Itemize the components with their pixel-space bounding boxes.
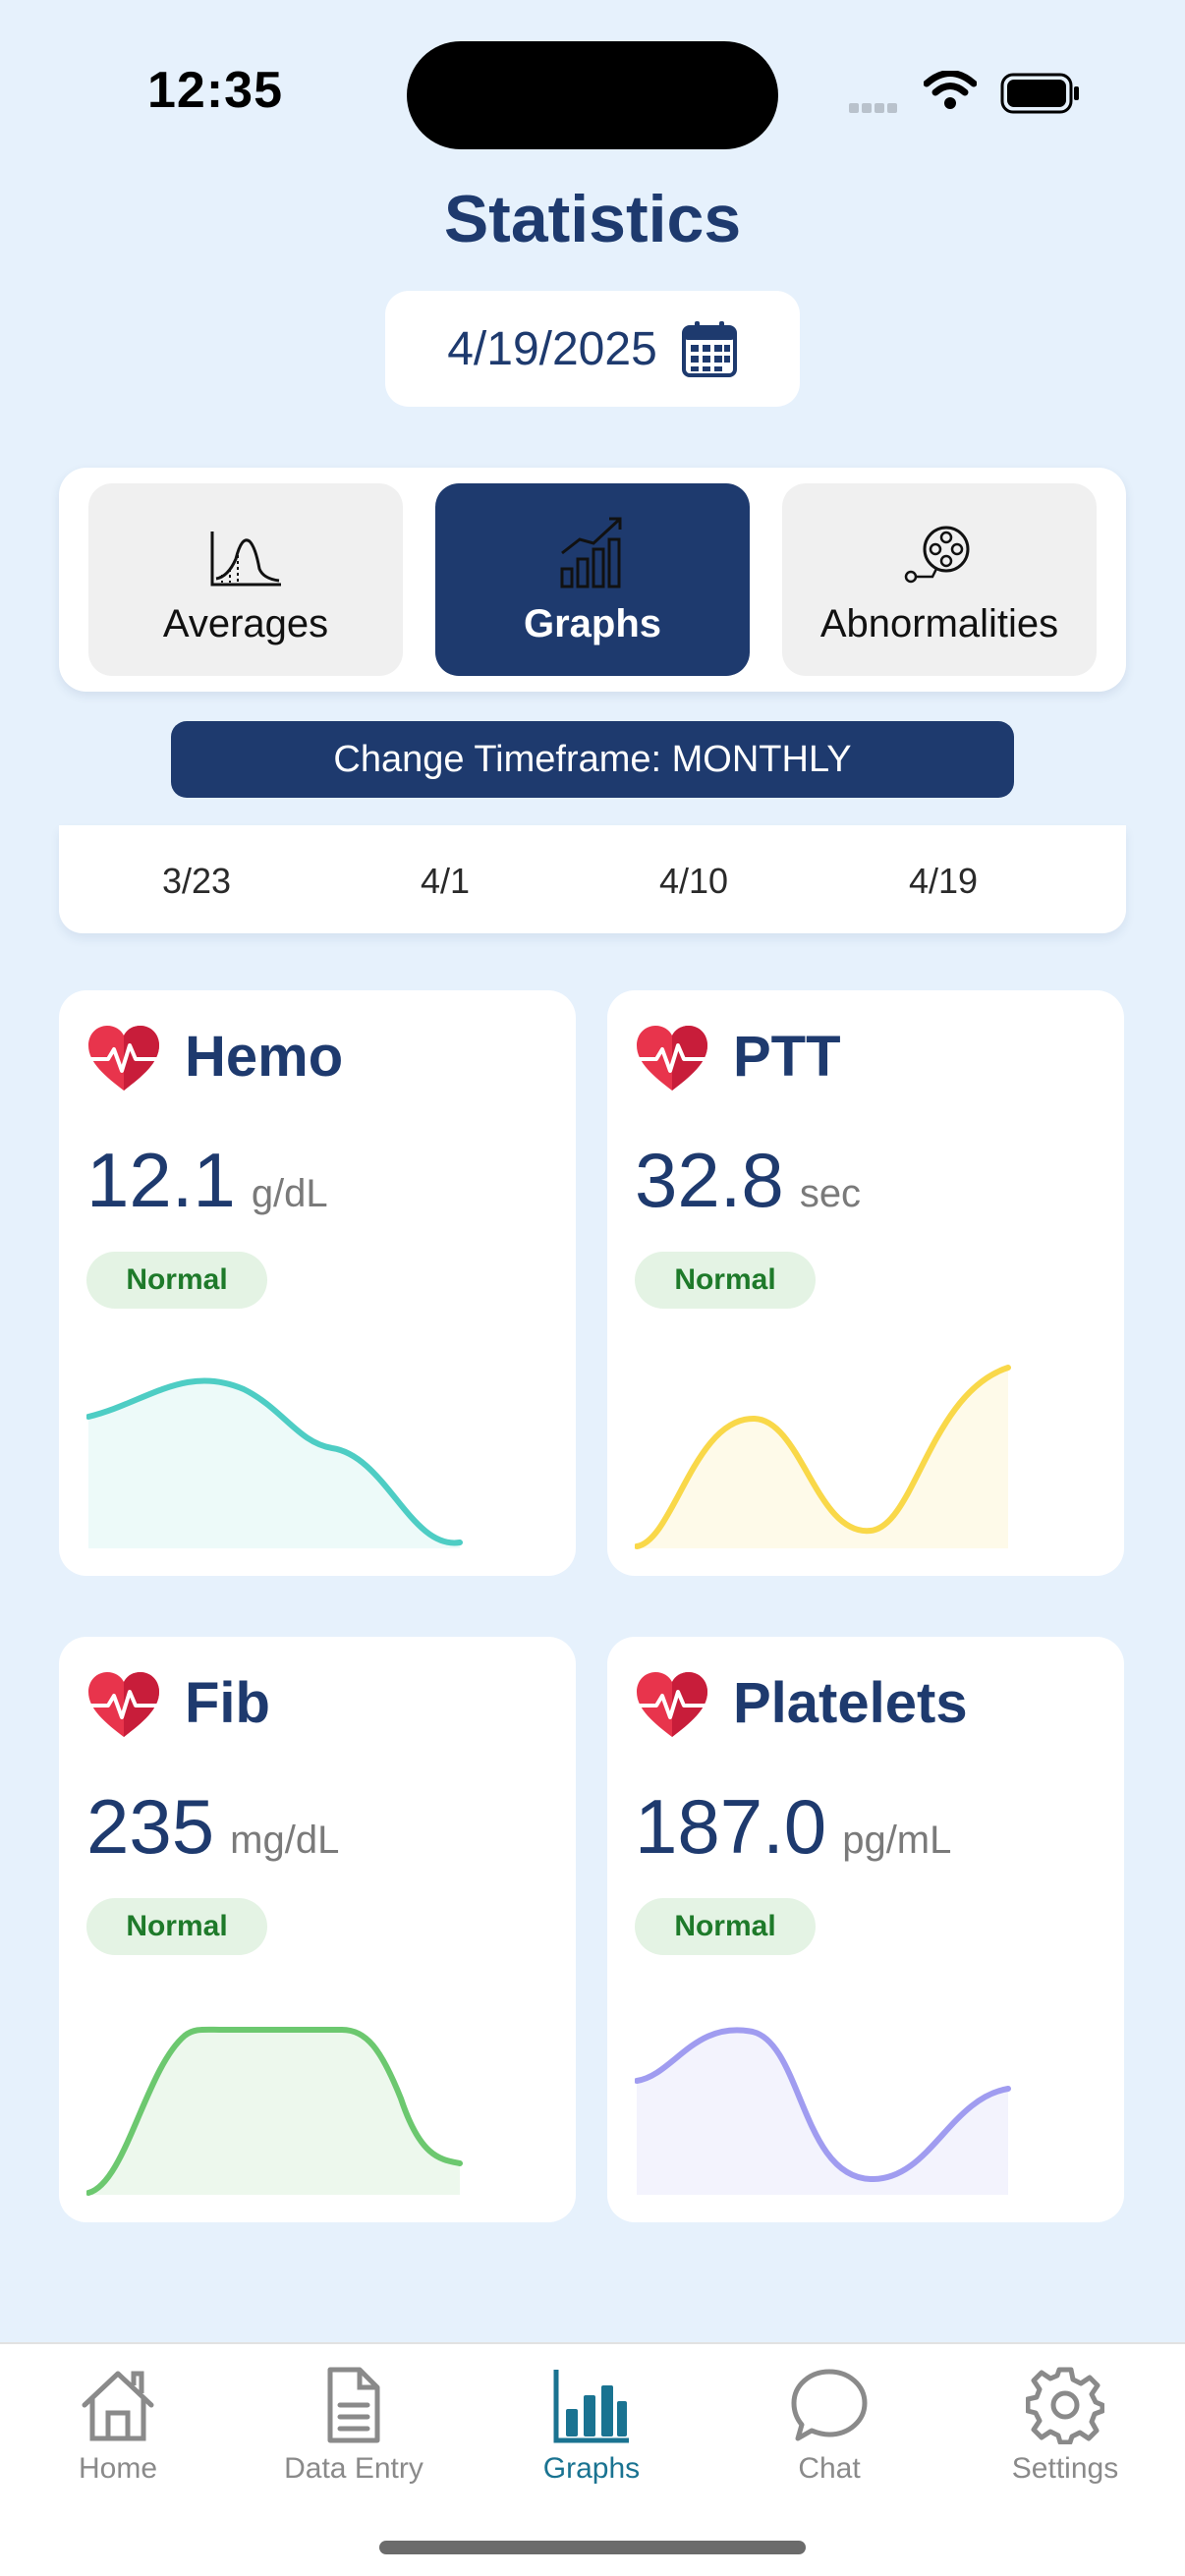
status-badge: Normal [86, 1898, 267, 1955]
view-segment-panel: Averages Graphs Abnormalities [59, 468, 1126, 692]
growth-chart-icon [560, 517, 622, 588]
page-title: Statistics [443, 182, 742, 256]
metric-card-ptt[interactable]: PTT 32.8 sec Normal [607, 990, 1124, 1576]
distribution-chart-icon [210, 532, 281, 587]
metric-value: 235 [86, 1783, 215, 1870]
metric-card-platelets[interactable]: Platelets 187.0 pg/mL Normal [607, 1637, 1124, 2222]
status-badge: Normal [86, 1252, 267, 1309]
metric-value: 187.0 [635, 1783, 827, 1870]
timeline-tick: 4/19 [908, 861, 979, 901]
cells-icon [904, 526, 970, 584]
document-icon [327, 2367, 380, 2443]
tab-label: Chat [798, 2452, 861, 2485]
gear-icon [1026, 2367, 1104, 2444]
tab-chat[interactable]: Chat [721, 2366, 937, 2486]
heart-pulse-icon [86, 1024, 161, 1092]
cellular-signal-icon [849, 100, 900, 118]
heart-pulse-icon [635, 1024, 709, 1092]
tab-label: Data Entry [284, 2452, 423, 2485]
timeline-axis: 3/23 4/1 4/10 4/19 [59, 825, 1126, 933]
segment-label: Averages [162, 602, 329, 645]
tab-settings[interactable]: Settings [957, 2366, 1173, 2486]
metric-value: 12.1 [86, 1137, 236, 1223]
metric-value: 32.8 [635, 1137, 784, 1223]
metric-value-row: 32.8 sec [635, 1136, 861, 1225]
home-icon [82, 2371, 154, 2441]
dynamic-island [407, 41, 778, 149]
metric-name: Fib [185, 1671, 270, 1735]
platelets-trend-chart [635, 2027, 1011, 2195]
metric-name: Hemo [185, 1025, 344, 1089]
segment-label: Graphs [523, 602, 662, 645]
battery-icon [1000, 73, 1079, 114]
date-picker[interactable]: 4/19/2025 [385, 291, 800, 407]
tab-label: Graphs [542, 2452, 641, 2485]
tab-label: Settings [1011, 2452, 1119, 2485]
segment-graphs[interactable]: Graphs [435, 483, 750, 676]
tab-home[interactable]: Home [10, 2366, 226, 2486]
tab-graphs[interactable]: Graphs [483, 2366, 700, 2486]
heart-pulse-icon [86, 1670, 161, 1739]
segment-label: Abnormalities [819, 602, 1059, 645]
timeline-tick: 4/1 [420, 861, 471, 901]
metric-unit: g/dL [251, 1172, 328, 1215]
metric-card-fib[interactable]: Fib 235 mg/dL Normal [59, 1637, 576, 2222]
home-indicator [379, 2541, 806, 2554]
segment-abnormalities[interactable]: Abnormalities [782, 483, 1097, 676]
metric-value-row: 187.0 pg/mL [635, 1782, 951, 1872]
metric-name: PTT [733, 1025, 841, 1089]
status-badge: Normal [635, 1252, 816, 1309]
wifi-icon [924, 71, 977, 109]
metric-value-row: 235 mg/dL [86, 1782, 339, 1872]
heart-pulse-icon [635, 1670, 709, 1739]
calendar-icon [681, 321, 737, 377]
date-value: 4/19/2025 [447, 322, 657, 375]
metric-unit: sec [799, 1172, 862, 1215]
status-badge: Normal [635, 1898, 816, 1955]
metric-unit: pg/mL [842, 1819, 952, 1862]
chat-bubble-icon [791, 2369, 868, 2441]
change-timeframe-button[interactable]: Change Timeframe: MONTHLY [171, 721, 1014, 798]
metric-name: Platelets [733, 1671, 968, 1735]
ptt-trend-chart [635, 1365, 1011, 1549]
timeline-tick: 4/10 [658, 861, 729, 901]
fib-trend-chart [86, 2026, 463, 2196]
metric-card-hemo[interactable]: Hemo 12.1 g/dL Normal [59, 990, 576, 1576]
status-time: 12:35 [147, 62, 283, 119]
bar-chart-icon [553, 2370, 629, 2443]
hemo-trend-chart [86, 1377, 463, 1548]
segment-averages[interactable]: Averages [88, 483, 403, 676]
tab-data-entry[interactable]: Data Entry [246, 2366, 462, 2486]
metric-unit: mg/dL [230, 1819, 340, 1862]
metric-value-row: 12.1 g/dL [86, 1136, 328, 1225]
timeline-tick: 3/23 [161, 861, 232, 901]
tab-label: Home [78, 2452, 158, 2485]
